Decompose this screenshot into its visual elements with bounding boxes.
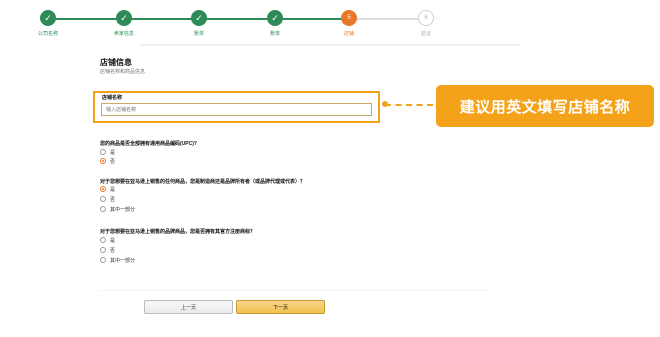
radio-button[interactable] (100, 237, 106, 243)
tip-callout: 建议用英文填写店铺名称 (436, 85, 654, 127)
step-3-label: 账单 (193, 31, 204, 37)
radio-button[interactable] (100, 149, 106, 155)
footer-divider (100, 290, 490, 291)
previous-page-button[interactable]: 上一页 (144, 300, 233, 314)
radio-option-trademark-no[interactable]: 否 (100, 246, 115, 254)
store-name-input[interactable] (101, 103, 372, 116)
question-upc: 您的商品是否全部拥有通用商品编码(UPC)? (100, 141, 197, 147)
radio-label: 否 (110, 247, 116, 254)
next-page-button[interactable]: 下一页 (236, 300, 325, 314)
step-6-label: 验证 (420, 31, 431, 37)
step-3-check-icon: ✓ (191, 10, 207, 26)
step-6-indicator: 6 (418, 10, 434, 26)
radio-label: 否 (110, 158, 116, 165)
radio-label: 是 (110, 149, 116, 156)
radio-label: 其中一部分 (110, 206, 136, 213)
stepper-progress-line (48, 18, 388, 20)
radio-button-selected[interactable] (100, 186, 106, 192)
radio-option-owner-no[interactable]: 否 (100, 195, 115, 203)
radio-button[interactable] (100, 206, 106, 212)
step-4-label: 账单 (269, 31, 280, 37)
step-2-label: 卖家信息 (113, 31, 134, 37)
question-trademark: 对于您想要在亚马逊上销售的品牌商品，您是否拥有其官方注册商标？ (100, 229, 256, 235)
radio-option-trademark-yes[interactable]: 是 (100, 236, 115, 244)
store-name-label: 店铺名称 (102, 95, 123, 101)
step-4-check-icon: ✓ (267, 10, 283, 26)
progress-stepper: ✓ 公司名称 ✓ 卖家信息 ✓ 账单 ✓ 账单 5 店铺 6 验证 (0, 0, 660, 40)
section-title: 店铺信息 (100, 58, 132, 67)
radio-option-upc-no[interactable]: 否 (100, 157, 115, 165)
radio-option-owner-yes[interactable]: 是 (100, 185, 115, 193)
question-brand-owner: 对于您想要在亚马逊上销售的任何商品，您是制造商还是品牌所有者（或品牌代理或代表）… (100, 179, 306, 185)
radio-button[interactable] (100, 247, 106, 253)
radio-button[interactable] (100, 196, 106, 202)
radio-label: 否 (110, 196, 116, 203)
callout-connector-line (385, 104, 433, 106)
step-5-label: 店铺 (343, 31, 354, 37)
radio-label: 是 (110, 186, 116, 193)
step-1-label: 公司名称 (37, 31, 58, 37)
step-2-check-icon: ✓ (116, 10, 132, 26)
header-divider (140, 44, 520, 47)
stepper-pending-line (352, 18, 426, 20)
section-subtitle: 店铺名称和商品信息 (100, 69, 146, 75)
radio-label: 其中一部分 (110, 257, 136, 264)
radio-button[interactable] (100, 257, 106, 263)
step-5-current-indicator: 5 (341, 10, 357, 26)
radio-label: 是 (110, 237, 116, 244)
radio-option-owner-partial[interactable]: 其中一部分 (100, 205, 135, 213)
radio-option-upc-yes[interactable]: 是 (100, 148, 115, 156)
radio-button-selected[interactable] (100, 158, 106, 164)
step-1-check-icon: ✓ (40, 10, 56, 26)
radio-option-trademark-partial[interactable]: 其中一部分 (100, 256, 135, 264)
